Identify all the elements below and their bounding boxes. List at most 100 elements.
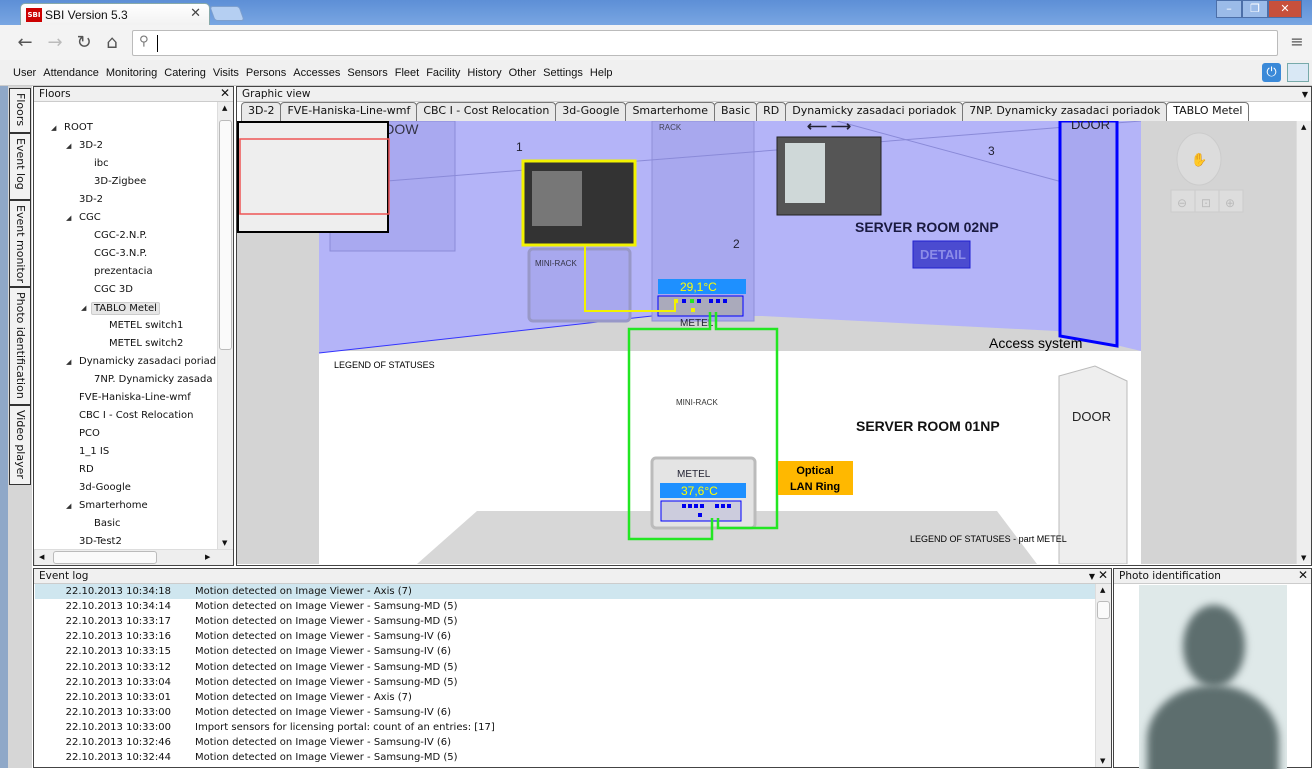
tree-item[interactable]: CBC I - Cost Relocation xyxy=(79,410,193,421)
tree-item[interactable]: prezentacia xyxy=(94,266,153,277)
event-log-row[interactable]: 22.10.2013 10:33:17 Motion detected on Im… xyxy=(35,614,1095,629)
side-tab-video-player[interactable]: Video player xyxy=(9,405,31,485)
event-log-row[interactable]: 22.10.2013 10:33:15 Motion detected on Im… xyxy=(35,644,1095,659)
tree-item[interactable]: CGC 3D xyxy=(94,284,133,295)
menu-item-fleet[interactable]: Fleet xyxy=(395,67,419,79)
event-log-row[interactable]: 22.10.2013 10:33:16 Motion detected on Im… xyxy=(35,629,1095,644)
hscroll-thumb[interactable] xyxy=(53,551,157,564)
maximize-button[interactable]: ❐ xyxy=(1242,0,1268,18)
close-tab-icon[interactable]: ✕ xyxy=(190,6,201,21)
scroll-right-icon[interactable]: ▶ xyxy=(205,553,210,561)
event-log-scrollbar[interactable]: ▲ ▼ xyxy=(1095,584,1111,767)
graphic-tab[interactable]: Basic xyxy=(714,102,758,121)
graphic-vertical-scrollbar[interactable]: ▲ ▼ xyxy=(1296,121,1311,564)
tree-item[interactable]: FVE-Haniska-Line-wmf xyxy=(79,392,191,403)
close-window-button[interactable]: ✕ xyxy=(1268,0,1302,18)
graphic-tab[interactable]: Smarterhome xyxy=(625,102,716,121)
menu-item-user[interactable]: User xyxy=(13,67,36,79)
layout-icon[interactable] xyxy=(1287,63,1309,82)
event-log-row[interactable]: 22.10.2013 10:34:18 Motion detected on Im… xyxy=(35,584,1095,599)
scroll-up-icon[interactable]: ▲ xyxy=(1100,586,1105,594)
tree-vertical-scrollbar[interactable]: ▲ ▼ xyxy=(217,102,233,549)
side-tab-floors[interactable]: Floors xyxy=(9,88,31,133)
side-tab-event-log[interactable]: Event log xyxy=(9,133,31,200)
graphic-tab[interactable]: 3D-2 xyxy=(241,102,282,121)
tree-item[interactable]: CGC xyxy=(79,212,101,223)
scroll-thumb[interactable] xyxy=(1097,601,1110,619)
address-bar[interactable]: ⚲ xyxy=(132,30,1278,56)
menu-item-accesses[interactable]: Accesses xyxy=(293,67,340,79)
minimize-button[interactable]: – xyxy=(1216,0,1242,18)
event-log-row[interactable]: 22.10.2013 10:33:00 Motion detected on Im… xyxy=(35,705,1095,720)
scroll-thumb[interactable] xyxy=(219,120,232,350)
tree-item[interactable]: 3d-Google xyxy=(79,482,131,493)
menu-icon[interactable]: ≡ xyxy=(1286,32,1308,51)
floor-plan-canvas[interactable]: WINDOW RACK 1 2 3 ⟵ ⟶ MINI-RACK SERVER R… xyxy=(237,121,1296,564)
graphic-tab[interactable]: Dynamicky zasadaci poriadok xyxy=(785,102,964,121)
forward-icon[interactable]: → xyxy=(44,32,66,53)
expand-triangle-icon[interactable]: ◢ xyxy=(66,502,71,510)
back-icon[interactable]: ← xyxy=(14,32,36,53)
tree-item[interactable]: 3D-Zigbee xyxy=(94,176,146,187)
tree-item[interactable]: ibc xyxy=(94,158,109,169)
tree-item[interactable]: CGC-2.N.P. xyxy=(94,230,147,241)
close-icon[interactable]: ✕ xyxy=(1098,568,1108,582)
tree-item[interactable]: CGC-3.N.P. xyxy=(94,248,147,259)
tree-item[interactable]: 3D-2 xyxy=(79,194,103,205)
browser-tab[interactable]: SBI SBI Version 5.3 ✕ xyxy=(20,3,210,26)
reload-icon[interactable]: ↻ xyxy=(73,32,95,53)
close-icon[interactable]: ✕ xyxy=(1298,568,1308,582)
menu-item-attendance[interactable]: Attendance xyxy=(43,67,99,79)
scroll-up-icon[interactable]: ▲ xyxy=(1301,123,1306,131)
menu-item-other[interactable]: Other xyxy=(509,67,537,79)
event-log-row[interactable]: 22.10.2013 10:33:04 Motion detected on Im… xyxy=(35,675,1095,690)
tree-horizontal-scrollbar[interactable]: ◀ ▶ xyxy=(34,549,233,565)
tree-item[interactable]: ROOT xyxy=(64,122,93,133)
tree-item[interactable]: Basic xyxy=(94,518,120,529)
tree-item[interactable]: 1_1 IS xyxy=(79,446,109,457)
expand-triangle-icon[interactable]: ◢ xyxy=(51,124,56,132)
dropdown-icon[interactable]: ▼ xyxy=(1089,570,1095,584)
tree-item[interactable]: METEL switch2 xyxy=(109,338,183,349)
tree-item[interactable]: RD xyxy=(79,464,94,475)
event-log-row[interactable]: 22.10.2013 10:33:01 Motion detected on Im… xyxy=(35,690,1095,705)
home-icon[interactable]: ⌂ xyxy=(101,32,123,53)
event-log-row[interactable]: 22.10.2013 10:32:44 Motion detected on Im… xyxy=(35,750,1095,765)
tree-item[interactable]: Dynamicky zasadaci poriad xyxy=(79,356,216,367)
event-log-row[interactable]: 22.10.2013 10:33:12 Motion detected on Im… xyxy=(35,660,1095,675)
scroll-up-icon[interactable]: ▲ xyxy=(222,104,227,112)
expand-triangle-icon[interactable]: ◢ xyxy=(81,304,86,312)
menu-item-help[interactable]: Help xyxy=(590,67,613,79)
menu-item-settings[interactable]: Settings xyxy=(543,67,583,79)
expand-triangle-icon[interactable]: ◢ xyxy=(66,142,71,150)
tree-item[interactable]: 7NP. Dynamicky zasada xyxy=(94,374,213,385)
graphic-tab[interactable]: RD xyxy=(756,102,787,121)
scroll-down-icon[interactable]: ▼ xyxy=(1301,554,1306,562)
graphic-tab[interactable]: 3d-Google xyxy=(555,102,627,121)
menu-item-catering[interactable]: Catering xyxy=(164,67,206,79)
expand-triangle-icon[interactable]: ◢ xyxy=(66,358,71,366)
graphic-tab[interactable]: TABLO Metel xyxy=(1166,102,1250,121)
menu-item-history[interactable]: History xyxy=(467,67,501,79)
event-log-row[interactable]: 22.10.2013 10:33:00 Import sensors for li… xyxy=(35,720,1095,735)
tree-item[interactable]: METEL switch1 xyxy=(109,320,183,331)
menu-item-sensors[interactable]: Sensors xyxy=(347,67,387,79)
scroll-down-icon[interactable]: ▼ xyxy=(1100,757,1105,765)
graphic-tab[interactable]: 7NP. Dynamicky zasadaci poriadok xyxy=(962,102,1168,121)
menu-item-visits[interactable]: Visits xyxy=(213,67,239,79)
new-tab-button[interactable] xyxy=(209,6,245,21)
menu-item-monitoring[interactable]: Monitoring xyxy=(106,67,157,79)
graphic-tab[interactable]: CBC I - Cost Relocation xyxy=(416,102,557,121)
side-tab-photo-identification[interactable]: Photo identification xyxy=(9,287,31,405)
side-tab-event-monitor[interactable]: Event monitor xyxy=(9,200,31,287)
tree-item[interactable]: TABLO Metel xyxy=(91,302,160,315)
tree-item[interactable]: Smarterhome xyxy=(79,500,148,511)
tree-item[interactable]: 3D-Test2 xyxy=(79,536,122,547)
tree-item[interactable]: 3D-2 xyxy=(79,140,103,151)
event-log-row[interactable]: 22.10.2013 10:34:14 Motion detected on Im… xyxy=(35,599,1095,614)
menu-item-facility[interactable]: Facility xyxy=(426,67,460,79)
dropdown-icon[interactable]: ▼ xyxy=(1302,88,1308,102)
menu-item-persons[interactable]: Persons xyxy=(246,67,286,79)
event-log-row[interactable]: 22.10.2013 10:32:46 Motion detected on Im… xyxy=(35,735,1095,750)
graphic-tab[interactable]: FVE-Haniska-Line-wmf xyxy=(280,102,418,121)
